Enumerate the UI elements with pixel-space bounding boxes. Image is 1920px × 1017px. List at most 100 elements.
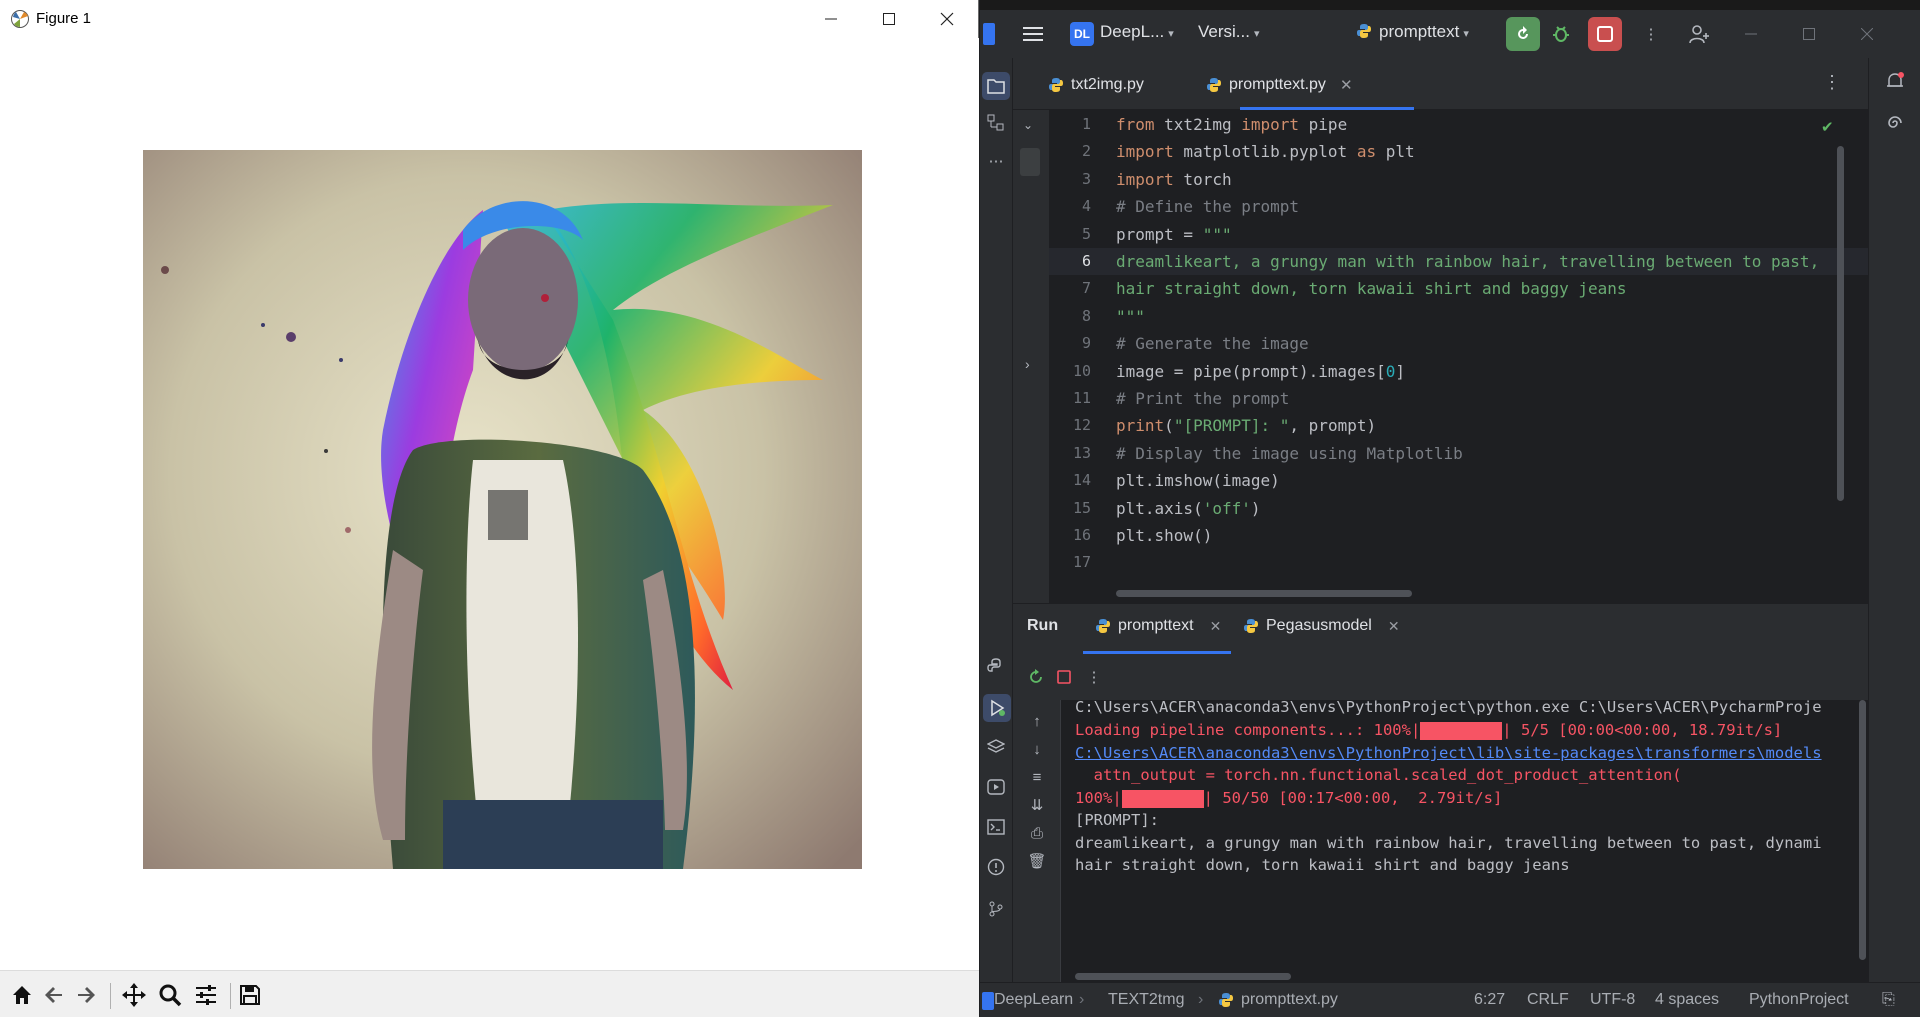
console-vertical-scrollbar[interactable] xyxy=(1859,700,1866,960)
close-icon xyxy=(1861,28,1873,40)
breadcrumb-file[interactable]: prompttext.py xyxy=(1241,991,1338,1009)
rerun-button[interactable] xyxy=(1506,17,1540,51)
maximize-button[interactable] xyxy=(860,0,918,38)
python-icon xyxy=(1357,24,1371,38)
scroll-down-button[interactable]: ↓ xyxy=(1026,738,1048,760)
arrow-right-icon xyxy=(78,987,95,1003)
more-actions-button[interactable]: ⋮ xyxy=(1640,23,1662,45)
code-line-13: # Display the image using Matplotlib xyxy=(1116,443,1463,463)
indent-setting[interactable]: 4 spaces xyxy=(1655,991,1719,1009)
code-line-1: from txt2img import pipe xyxy=(1116,115,1348,134)
project-tool-button[interactable] xyxy=(982,72,1010,100)
folder-icon xyxy=(987,79,1005,94)
figure-toolbar xyxy=(0,970,979,1017)
code-with-me-button[interactable] xyxy=(1688,23,1710,45)
scroll-thumb[interactable] xyxy=(1020,148,1040,176)
save-icon xyxy=(240,985,260,1005)
line-number: 4 xyxy=(1081,197,1091,216)
back-button[interactable] xyxy=(38,979,70,1011)
editor-vertical-scrollbar[interactable] xyxy=(1837,146,1844,501)
file-encoding[interactable]: UTF-8 xyxy=(1590,991,1635,1009)
more-horizontal-icon: ⋯ xyxy=(988,153,1004,170)
rerun-button[interactable] xyxy=(1025,666,1047,688)
debug-button[interactable] xyxy=(1544,17,1578,51)
code-content[interactable]: from txt2img import pipe import matplotl… xyxy=(1116,111,1868,603)
progress-bar xyxy=(1121,789,1204,808)
toolbar-divider xyxy=(230,983,231,1009)
code-editor[interactable]: 1 2 3 4 5 6 7 8 9 10 11 12 13 14 15 16 1… xyxy=(1049,111,1868,603)
breadcrumb-project[interactable]: DeepLearn xyxy=(994,991,1073,1009)
minimize-button[interactable] xyxy=(802,0,860,38)
tab-options-button[interactable]: ⋮ xyxy=(1823,72,1841,93)
main-menu-button[interactable] xyxy=(1022,23,1044,45)
close-tab-icon[interactable]: ✕ xyxy=(1210,618,1222,635)
code-line-4: # Define the prompt xyxy=(1116,197,1300,217)
python-icon xyxy=(1096,619,1110,633)
chevron-right-icon: › xyxy=(1198,991,1204,1008)
caret-position[interactable]: 6:27 xyxy=(1474,991,1505,1009)
stop-button[interactable] xyxy=(1053,666,1075,688)
zoom-button[interactable] xyxy=(154,979,186,1011)
lock-icon[interactable]: ⎘ xyxy=(1882,991,1895,1009)
project-badge[interactable]: DL xyxy=(1070,22,1094,46)
git-branch-icon xyxy=(989,901,1003,917)
soft-wrap-button[interactable]: ≡ xyxy=(1026,766,1048,788)
breadcrumb-folder[interactable]: TEXT2tmg xyxy=(1108,991,1184,1009)
python-packages-button[interactable] xyxy=(985,656,1007,678)
stop-button[interactable] xyxy=(1588,17,1622,51)
line-number: 6 xyxy=(1081,252,1091,270)
close-tab-icon[interactable]: ✕ xyxy=(1340,76,1353,94)
structure-tool-button[interactable] xyxy=(985,112,1007,134)
save-button[interactable] xyxy=(234,979,266,1011)
print-icon: ⎙ xyxy=(1030,824,1043,842)
print-button[interactable]: ⎙ xyxy=(1026,822,1048,844)
run-tab-prompttext[interactable]: prompttext ✕ xyxy=(1095,617,1221,635)
ide-close-button[interactable] xyxy=(1856,23,1878,45)
line-number: 16 xyxy=(1072,526,1091,544)
ai-spiral-icon xyxy=(1888,116,1902,128)
forward-button[interactable] xyxy=(70,979,102,1011)
python-interpreter[interactable]: PythonProject xyxy=(1749,991,1849,1009)
scroll-to-end-button[interactable]: ⇊ xyxy=(1026,794,1048,816)
run-tool-button[interactable] xyxy=(983,694,1011,722)
more-vertical-icon: ⋮ xyxy=(1086,669,1102,686)
arrow-down-icon: ↓ xyxy=(1033,740,1041,758)
run-more-button[interactable]: ⋮ xyxy=(1083,666,1105,688)
chevron-down-icon[interactable]: ⌄ xyxy=(1023,118,1033,132)
pan-button[interactable] xyxy=(118,979,150,1011)
configure-subplots-button[interactable] xyxy=(190,979,222,1011)
console-horizontal-scrollbar[interactable] xyxy=(1075,973,1291,980)
console-output[interactable]: C:\Users\ACER\anaconda3\envs\PythonProje… xyxy=(1061,700,1868,983)
no-problems-check-icon[interactable]: ✔ xyxy=(1821,118,1834,136)
problems-tool-button[interactable] xyxy=(985,856,1007,878)
run-tab-pegasusmodel[interactable]: Pegasusmodel ✕ xyxy=(1243,617,1400,635)
terminal-tool-button[interactable] xyxy=(985,816,1007,838)
editor-horizontal-scrollbar[interactable] xyxy=(1116,590,1412,597)
close-button[interactable] xyxy=(918,0,976,38)
code-line-16: plt.show() xyxy=(1116,526,1213,545)
vcs-selector[interactable]: Versi... ▾ xyxy=(1198,22,1260,42)
chevron-down-icon: ▾ xyxy=(1253,28,1260,40)
ai-assistant-button[interactable] xyxy=(1884,112,1906,134)
ide-minimize-button[interactable] xyxy=(1740,23,1762,45)
console-line: hair straight down, torn kawaii shirt an… xyxy=(1075,856,1570,874)
services-tool-button[interactable] xyxy=(985,776,1007,798)
generated-image xyxy=(143,150,862,869)
notifications-button[interactable] xyxy=(1884,70,1906,92)
rerun-icon xyxy=(1518,26,1528,39)
ide-maximize-button[interactable] xyxy=(1798,23,1820,45)
chevron-right-icon[interactable]: › xyxy=(1025,356,1030,372)
scroll-up-button[interactable]: ↑ xyxy=(1026,710,1048,732)
clear-all-button[interactable]: 🗑 xyxy=(1026,850,1048,872)
layers-tool-button[interactable] xyxy=(985,736,1007,758)
close-tab-icon[interactable]: ✕ xyxy=(1388,618,1400,635)
home-button[interactable] xyxy=(6,979,38,1011)
more-tools-button[interactable]: ⋯ xyxy=(985,150,1007,172)
tab-txt2img[interactable]: txt2img.py xyxy=(1048,70,1144,100)
figure-canvas[interactable] xyxy=(0,38,979,970)
project-selector[interactable]: DeepL... ▾ xyxy=(1100,22,1174,42)
run-config-selector[interactable]: prompttext ▾ xyxy=(1356,22,1469,42)
tab-prompttext[interactable]: prompttext.py ✕ xyxy=(1206,70,1353,100)
line-separator[interactable]: CRLF xyxy=(1527,991,1569,1009)
vcs-tool-button[interactable] xyxy=(985,898,1007,920)
